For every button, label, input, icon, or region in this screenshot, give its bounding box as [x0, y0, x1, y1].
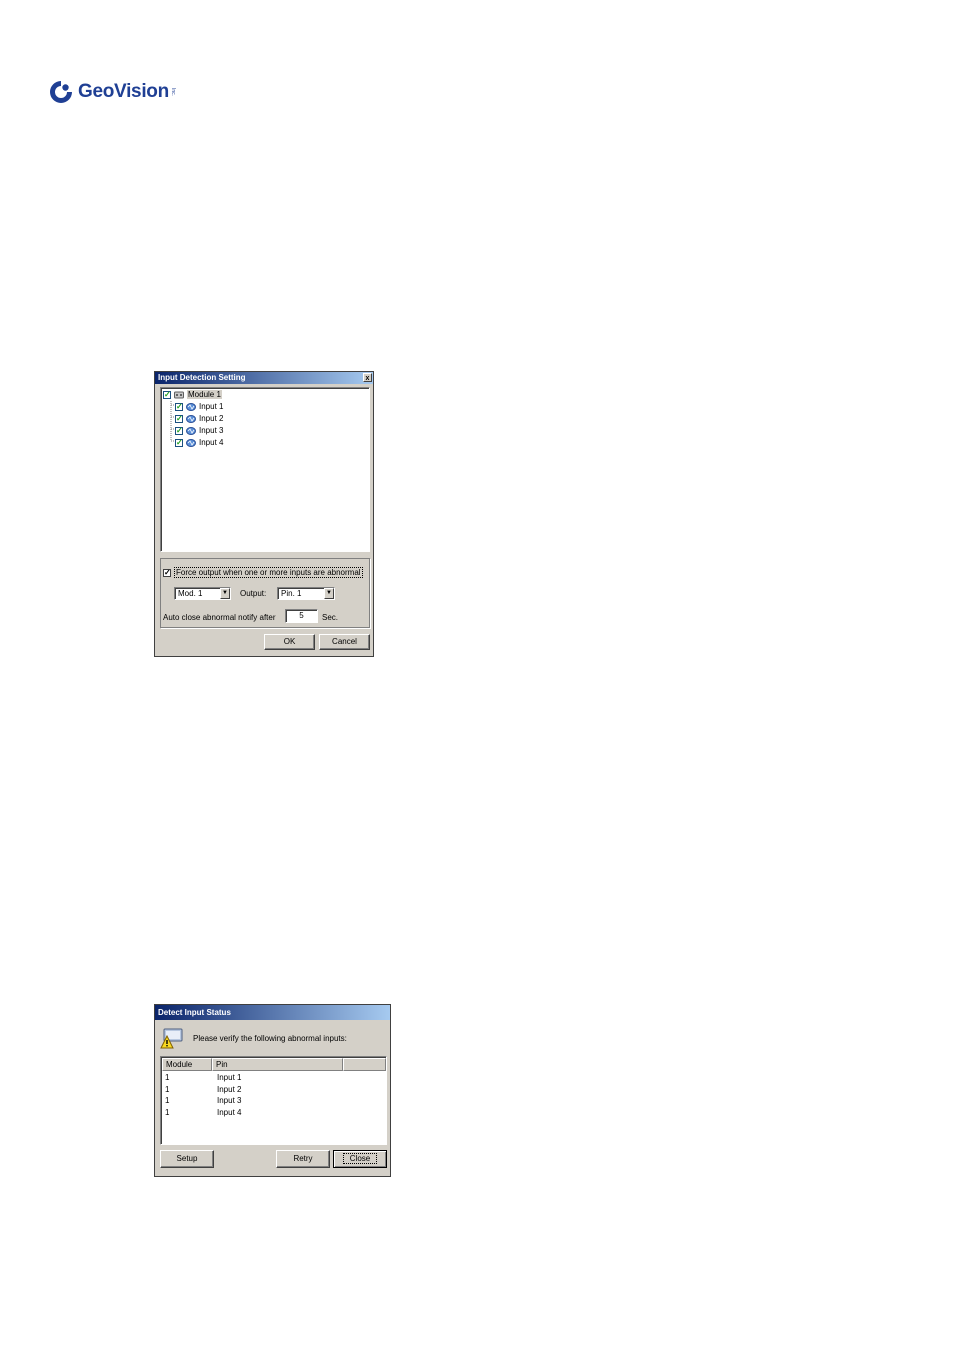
close-icon[interactable]: x — [363, 373, 372, 382]
checkbox-checked-icon[interactable]: ✓ — [175, 402, 183, 411]
chevron-down-icon[interactable]: ▼ — [324, 588, 334, 599]
input-tree[interactable]: ✓ Module 1 ✓ Input 1 ✓ Input 2 ✓ Input 3… — [160, 387, 370, 552]
geovision-logo: GeoVision Inc. — [48, 76, 176, 108]
table-row[interactable]: 1 Input 1 — [162, 1073, 385, 1084]
table-row[interactable]: 1 Input 2 — [162, 1085, 385, 1096]
checkbox-checked-icon[interactable]: ✓ — [175, 414, 183, 423]
abnormal-inputs-list[interactable]: Module Pin 1 Input 1 1 Input 2 1 Input 3… — [160, 1056, 387, 1145]
logo-mark-icon — [48, 79, 74, 105]
dialog-title: Input Detection Setting — [158, 373, 246, 382]
tree-input-label: Input 4 — [199, 438, 224, 447]
status-message: Please verify the following abnormal inp… — [193, 1034, 347, 1043]
sec-label: Sec. — [322, 613, 339, 622]
auto-close-label: Auto close abnormal notify after — [163, 613, 276, 622]
row-pin: Input 1 — [217, 1073, 242, 1082]
tree-item-input[interactable]: ✓ Input 2 — [175, 413, 223, 424]
row-pin: Input 2 — [217, 1085, 242, 1094]
force-output-checkbox[interactable]: ✓ Force output when one or more inputs a… — [163, 567, 363, 578]
input-detection-dialog: Input Detection Setting x ✓ Module 1 ✓ I… — [154, 371, 374, 657]
logo-suffix: Inc. — [169, 87, 176, 97]
tree-input-label: Input 1 — [199, 402, 224, 411]
module-select-value: Mod. 1 — [178, 589, 203, 598]
input-icon — [186, 402, 196, 411]
tree-item-input[interactable]: ✓ Input 4 — [175, 437, 223, 448]
auto-close-value: 5 — [299, 611, 304, 620]
warning-icon — [160, 1028, 183, 1049]
auto-close-seconds-input[interactable]: 5 — [285, 609, 318, 623]
checkbox-checked-icon[interactable]: ✓ — [175, 426, 183, 435]
dialog-title: Detect Input Status — [158, 1008, 231, 1017]
row-module: 1 — [165, 1108, 170, 1117]
tree-item-module[interactable]: ✓ Module 1 — [163, 389, 222, 400]
checkbox-checked-icon[interactable]: ✓ — [163, 390, 171, 399]
row-module: 1 — [165, 1085, 170, 1094]
column-header-blank[interactable] — [343, 1058, 386, 1071]
detect-input-status-dialog: Detect Input Status Please verify the fo… — [154, 1004, 391, 1177]
close-button-label: Close — [342, 1153, 378, 1164]
setup-button[interactable]: Setup — [160, 1150, 214, 1168]
row-pin: Input 4 — [217, 1108, 242, 1117]
input-icon — [186, 414, 196, 423]
module-icon — [174, 391, 184, 398]
pin-select-value: Pin. 1 — [281, 589, 302, 598]
tree-module-label: Module 1 — [187, 390, 222, 399]
pin-select[interactable]: Pin. 1 ▼ — [277, 587, 335, 600]
module-select[interactable]: Mod. 1 ▼ — [174, 587, 231, 600]
column-header-pin[interactable]: Pin — [212, 1058, 343, 1071]
checkbox-checked-icon[interactable]: ✓ — [175, 438, 183, 447]
row-module: 1 — [165, 1096, 170, 1105]
tree-item-input[interactable]: ✓ Input 3 — [175, 425, 223, 436]
title-bar[interactable]: Detect Input Status — [155, 1005, 390, 1020]
column-header-module[interactable]: Module — [162, 1058, 212, 1071]
output-label: Output: — [240, 589, 267, 598]
tree-input-label: Input 2 — [199, 414, 224, 423]
checkbox-checked-icon[interactable]: ✓ — [163, 568, 171, 577]
cancel-button[interactable]: Cancel — [319, 634, 370, 650]
input-icon — [186, 438, 196, 447]
force-output-label: Force output when one or more inputs are… — [174, 567, 363, 578]
tree-item-input[interactable]: ✓ Input 1 — [175, 401, 223, 412]
chevron-down-icon[interactable]: ▼ — [220, 588, 230, 599]
table-row[interactable]: 1 Input 3 — [162, 1096, 385, 1107]
row-module: 1 — [165, 1073, 170, 1082]
row-pin: Input 3 — [217, 1096, 242, 1105]
logo-text: GeoVision — [78, 81, 169, 102]
tree-input-label: Input 3 — [199, 426, 224, 435]
retry-button[interactable]: Retry — [276, 1150, 330, 1168]
ok-button[interactable]: OK — [264, 634, 315, 650]
input-icon — [186, 426, 196, 435]
close-button[interactable]: Close — [333, 1150, 387, 1168]
title-bar[interactable]: Input Detection Setting x — [155, 372, 373, 384]
table-row[interactable]: 1 Input 4 — [162, 1108, 385, 1119]
